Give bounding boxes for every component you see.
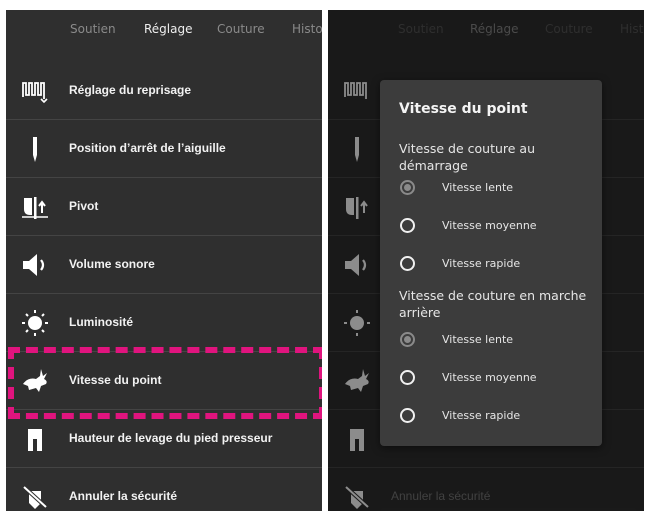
tab-bar: Soutien Réglage Couture Histo [6, 10, 322, 52]
tab-couture[interactable]: Couture [217, 22, 265, 36]
tab-reglage[interactable]: Réglage [144, 22, 193, 36]
radio-selected-icon [400, 180, 415, 195]
highlight-box [8, 347, 322, 419]
radio-reverse-slow[interactable]: Vitesse lente [394, 328, 594, 352]
menu-label: Luminosité [69, 315, 134, 329]
radio-unselected-icon [400, 218, 415, 233]
radio-start-medium[interactable]: Vitesse moyenne [394, 214, 594, 238]
menu-item-safety[interactable]: Annuler la sécurité [6, 468, 322, 511]
tab-soutien[interactable]: Soutien [70, 22, 116, 36]
radio-unselected-icon [400, 256, 415, 271]
brightness-icon [20, 309, 50, 337]
radio-selected-icon [400, 332, 415, 347]
menu-item-needle-stop[interactable]: Position d’arrêt de l’aiguille [6, 120, 322, 178]
option-label: Vitesse lente [442, 333, 514, 346]
radio-unselected-icon [400, 408, 415, 423]
option-label: Vitesse lente [442, 181, 514, 194]
option-label: Vitesse moyenne [442, 371, 537, 384]
menu-item-volume[interactable]: Volume sonore [6, 236, 322, 294]
radio-reverse-medium[interactable]: Vitesse moyenne [394, 366, 594, 390]
radio-reverse-fast[interactable]: Vitesse rapide [394, 404, 594, 428]
stitch-speed-dialog: Vitesse du point Vitesse de couture au d… [380, 80, 602, 446]
settings-screen-left: Soutien Réglage Couture Histo Réglage du… [6, 10, 322, 511]
section-start-speed-label: Vitesse de couture au démarrage [399, 141, 536, 173]
menu-item-pivot[interactable]: Pivot [6, 178, 322, 236]
settings-screen-right: Soutien Réglage Couture Histo Réglage du… [328, 10, 644, 511]
radio-start-fast[interactable]: Vitesse rapide [394, 252, 594, 276]
menu-label: Annuler la sécurité [69, 489, 178, 503]
menu-label: Réglage du reprisage [69, 83, 192, 97]
option-label: Vitesse moyenne [442, 219, 537, 232]
radio-unselected-icon [400, 370, 415, 385]
menu-item-brightness[interactable]: Luminosité [6, 294, 322, 352]
safety-off-icon [20, 483, 50, 511]
dialog-title: Vitesse du point [399, 101, 528, 117]
menu-label: Position d’arrêt de l’aiguille [69, 141, 226, 155]
darning-icon [20, 77, 50, 105]
speaker-icon [20, 251, 50, 279]
menu-item-darning[interactable]: Réglage du reprisage [6, 62, 322, 120]
menu-label: Pivot [69, 199, 99, 213]
pivot-icon [20, 193, 50, 221]
tab-historique[interactable]: Histo [292, 22, 322, 36]
option-label: Vitesse rapide [442, 257, 521, 270]
settings-menu: Réglage du reprisage Position d’arrêt de… [6, 62, 322, 511]
option-label: Vitesse rapide [442, 409, 521, 422]
menu-label: Volume sonore [69, 257, 155, 271]
menu-label: Hauteur de levage du pied presseur [69, 431, 273, 445]
presser-foot-icon [20, 425, 50, 453]
section-reverse-speed-label: Vitesse de couture en marche arrière [399, 288, 587, 320]
radio-start-slow[interactable]: Vitesse lente [394, 176, 594, 200]
needle-icon [20, 135, 50, 163]
